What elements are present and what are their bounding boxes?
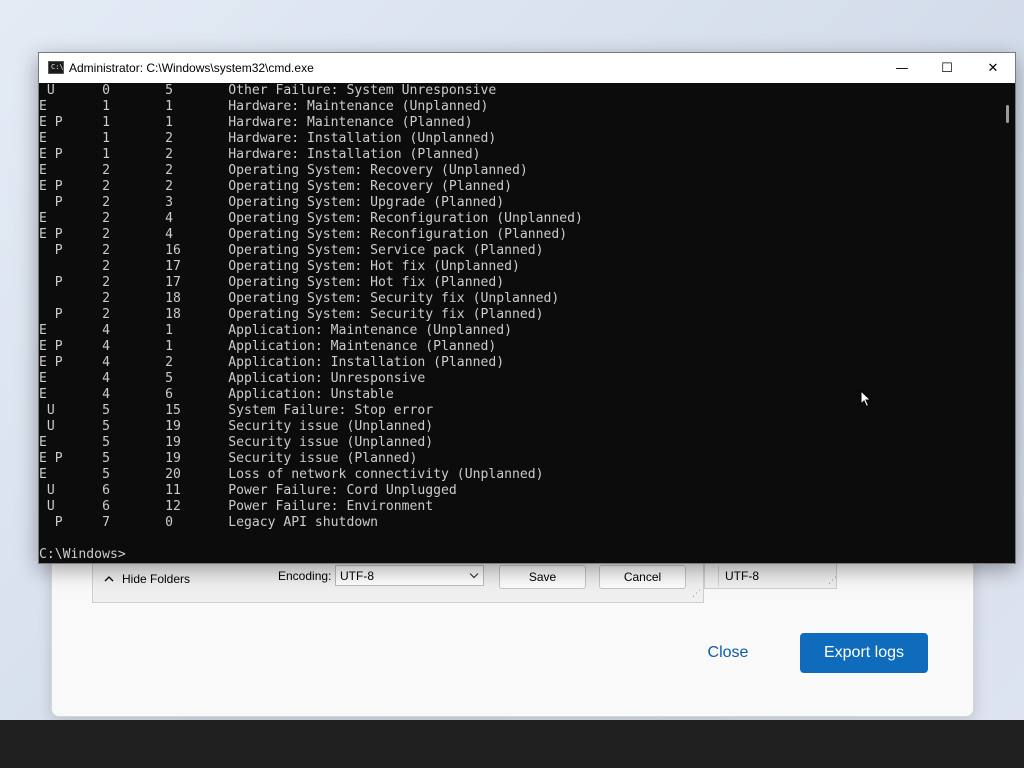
taskbar	[0, 720, 1024, 768]
console-line: E 1 2 Hardware: Installation (Unplanned)	[39, 131, 497, 146]
console-line: C:\Windows>	[39, 547, 126, 562]
cmd-icon: C:\	[48, 61, 64, 74]
console-line: U 5 19 Security issue (Unplanned)	[39, 419, 434, 434]
encoding-field[interactable]: UTF-8	[718, 566, 832, 586]
close-window-button[interactable]: ✕	[970, 53, 1016, 83]
console-line: U 0 5 Other Failure: System Unresponsive	[39, 83, 497, 98]
console-line: E 1 1 Hardware: Maintenance (Unplanned)	[39, 99, 489, 114]
hide-folders-toggle[interactable]: Hide Folders	[104, 569, 190, 589]
title-bar[interactable]: C:\ Administrator: C:\Windows\system32\c…	[39, 53, 1015, 83]
cancel-button[interactable]: Cancel	[599, 565, 686, 589]
console-line: E P 5 19 Security issue (Planned)	[39, 451, 418, 466]
chevron-down-icon	[469, 573, 479, 579]
console-line: E 4 1 Application: Maintenance (Unplanne…	[39, 323, 512, 338]
console-line: U 5 15 System Failure: Stop error	[39, 403, 434, 418]
console-line: P 2 16 Operating System: Service pack (P…	[39, 243, 544, 258]
console-line: U 6 12 Power Failure: Environment	[39, 499, 434, 514]
console-line: E P 2 4 Operating System: Reconfiguratio…	[39, 227, 568, 242]
console-line: E P 1 1 Hardware: Maintenance (Planned)	[39, 115, 473, 130]
window-title: Administrator: C:\Windows\system32\cmd.e…	[69, 61, 314, 75]
close-icon: ✕	[987, 60, 999, 76]
console-line: E 5 20 Loss of network connectivity (Unp…	[39, 467, 544, 482]
console-line: E P 2 2 Operating System: Recovery (Plan…	[39, 179, 512, 194]
encoding-value: UTF-8	[340, 568, 374, 583]
cmd-window: C:\ Administrator: C:\Windows\system32\c…	[38, 52, 1016, 564]
console-line: P 7 0 Legacy API shutdown	[39, 515, 378, 530]
maximize-button[interactable]: ☐	[924, 53, 970, 83]
close-button[interactable]: Close	[694, 633, 762, 673]
resize-grip-icon[interactable]: ⋰	[692, 589, 701, 599]
mouse-cursor-icon	[860, 390, 872, 408]
export-logs-button[interactable]: Export logs	[800, 633, 928, 673]
console-line: E P 4 1 Application: Maintenance (Planne…	[39, 339, 497, 354]
scrollbar[interactable]	[999, 83, 1015, 563]
encoding-select[interactable]: UTF-8	[335, 565, 484, 586]
resize-grip-icon[interactable]: ⋰	[828, 576, 837, 586]
console-line: P 2 17 Operating System: Hot fix (Planne…	[39, 275, 505, 290]
console-output[interactable]: U 0 5 Other Failure: System Unresponsive…	[39, 83, 999, 563]
save-button[interactable]: Save	[499, 565, 586, 589]
cmd-icon-glyph: C:\	[51, 63, 64, 71]
console-line: E 2 4 Operating System: Reconfiguration …	[39, 211, 583, 226]
console-line: E 4 5 Application: Unresponsive	[39, 371, 426, 386]
console-line: P 2 3 Operating System: Upgrade (Planned…	[39, 195, 505, 210]
console-line: E P 4 2 Application: Installation (Plann…	[39, 355, 505, 370]
scrollbar-thumb[interactable]	[1006, 105, 1009, 123]
console-line: 2 17 Operating System: Hot fix (Unplanne…	[39, 259, 520, 274]
chevron-up-icon	[104, 576, 114, 582]
hide-folders-label: Hide Folders	[122, 572, 191, 586]
console-line: E P 1 2 Hardware: Installation (Planned)	[39, 147, 481, 162]
minimize-icon: —	[895, 60, 909, 76]
minimize-button[interactable]: —	[879, 53, 925, 83]
console-line: E 4 6 Application: Unstable	[39, 387, 394, 402]
encoding-label: Encoding:	[278, 569, 332, 583]
console-line: U 6 11 Power Failure: Cord Unplugged	[39, 483, 457, 498]
console-line: E 2 2 Operating System: Recovery (Unplan…	[39, 163, 528, 178]
console-line: P 2 18 Operating System: Security fix (P…	[39, 307, 544, 322]
console-line: 2 18 Operating System: Security fix (Unp…	[39, 291, 560, 306]
console-line: E 5 19 Security issue (Unplanned)	[39, 435, 434, 450]
maximize-icon: ☐	[941, 60, 953, 76]
